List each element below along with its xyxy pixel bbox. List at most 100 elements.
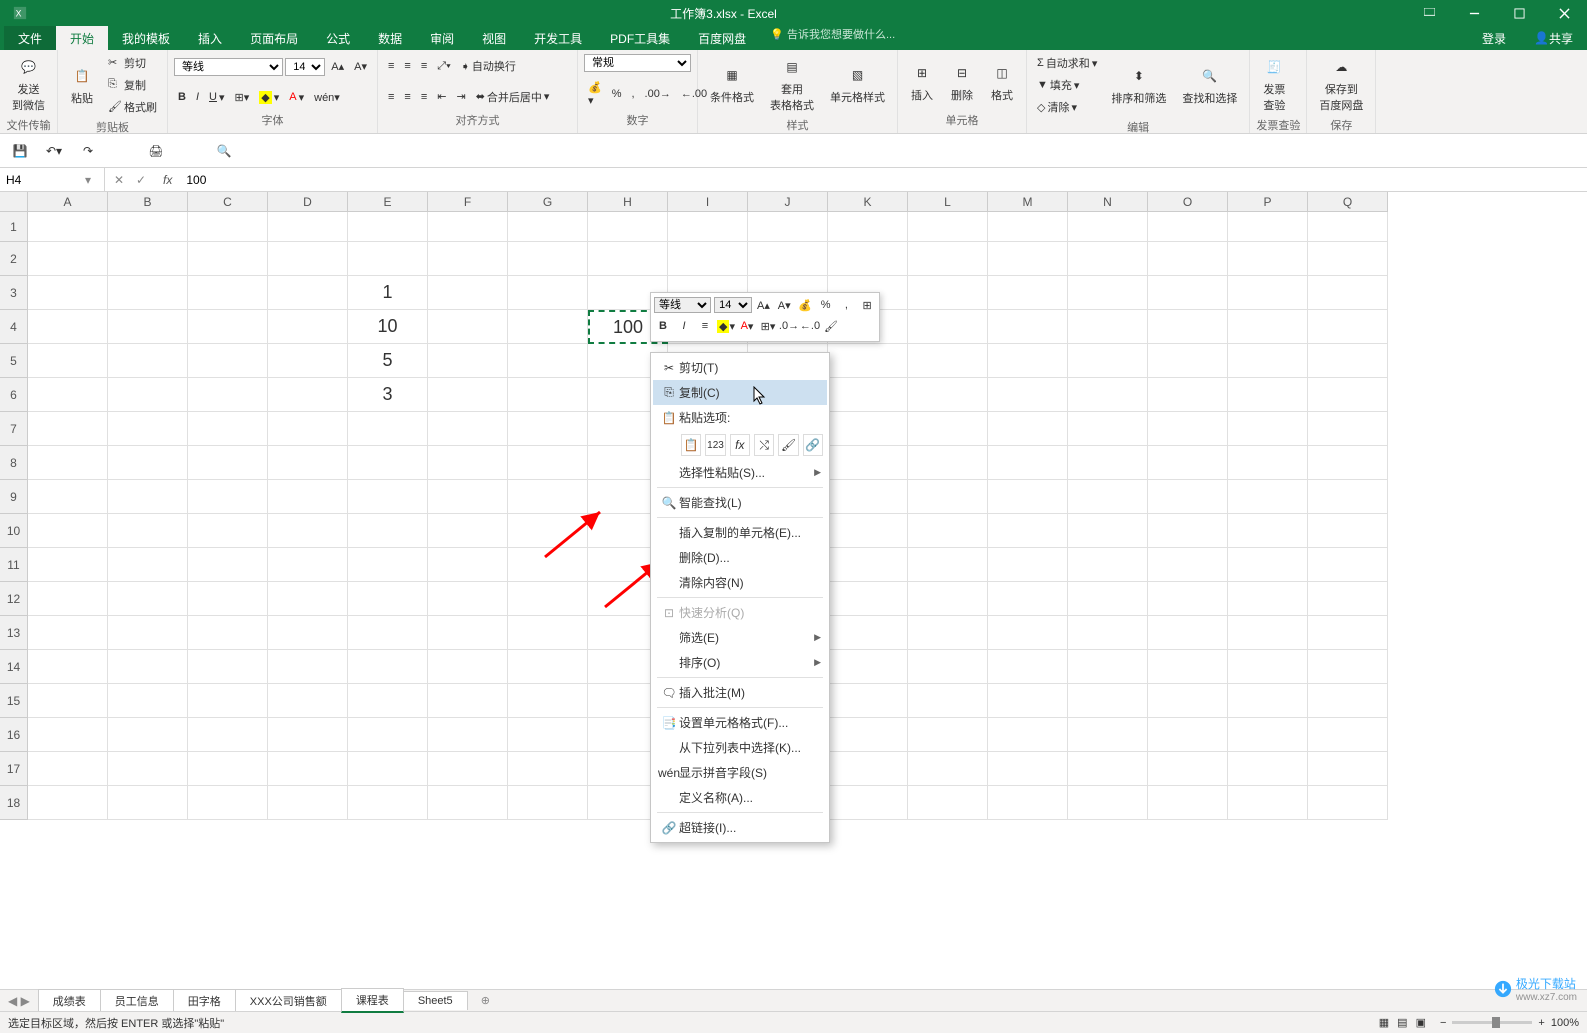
cell[interactable] — [1308, 514, 1388, 548]
ctx-hyperlink[interactable]: 🔗超链接(I)... — [653, 815, 827, 840]
cell[interactable] — [828, 514, 908, 548]
save-baidu-button[interactable]: ☁保存到 百度网盘 — [1313, 53, 1369, 115]
cell[interactable] — [348, 650, 428, 684]
mini-decimal-dec-button[interactable]: ←.0 — [801, 317, 819, 335]
cell[interactable] — [188, 718, 268, 752]
cell[interactable] — [508, 718, 588, 752]
cell[interactable] — [188, 446, 268, 480]
cell[interactable] — [348, 616, 428, 650]
cell[interactable] — [108, 650, 188, 684]
cell[interactable] — [28, 480, 108, 514]
cell[interactable] — [1228, 242, 1308, 276]
cell[interactable] — [348, 242, 428, 276]
cell[interactable] — [268, 242, 348, 276]
cell[interactable] — [828, 446, 908, 480]
view-normal-button[interactable]: ▦ — [1379, 1016, 1389, 1029]
cell[interactable] — [508, 582, 588, 616]
cell[interactable] — [428, 446, 508, 480]
tab-pdf[interactable]: PDF工具集 — [596, 26, 684, 50]
row-header[interactable]: 11 — [0, 548, 28, 582]
row-header[interactable]: 2 — [0, 242, 28, 276]
cell[interactable] — [988, 276, 1068, 310]
cell[interactable] — [988, 684, 1068, 718]
mini-format-painter-button[interactable]: 🖌 — [822, 317, 840, 335]
cell[interactable] — [268, 212, 348, 242]
cell[interactable] — [108, 786, 188, 820]
cell[interactable] — [28, 212, 108, 242]
cell[interactable] — [268, 548, 348, 582]
cell[interactable] — [188, 242, 268, 276]
decimal-inc-button[interactable]: .00→ — [641, 86, 675, 102]
cell[interactable]: 3 — [348, 378, 428, 412]
cell[interactable] — [28, 242, 108, 276]
cell[interactable] — [108, 616, 188, 650]
cell[interactable] — [1148, 310, 1228, 344]
mini-fill-color-button[interactable]: ◆▾ — [717, 317, 735, 335]
mini-align-button[interactable]: ≡ — [696, 317, 714, 335]
qat-lens-button[interactable]: 🔍 — [214, 141, 234, 161]
sheet-tab[interactable]: 成绩表 — [38, 989, 101, 1012]
zoom-out-button[interactable]: − — [1440, 1017, 1446, 1029]
cell[interactable] — [1308, 548, 1388, 582]
cell[interactable] — [188, 786, 268, 820]
close-button[interactable] — [1542, 0, 1587, 26]
share-button[interactable]: 👤 共享 — [1520, 26, 1587, 50]
cell[interactable] — [1068, 548, 1148, 582]
cell[interactable] — [1068, 480, 1148, 514]
cell[interactable] — [1068, 786, 1148, 820]
cell[interactable] — [908, 242, 988, 276]
cell[interactable] — [188, 344, 268, 378]
cell[interactable] — [268, 514, 348, 548]
cell[interactable] — [28, 310, 108, 344]
delete-cells-button[interactable]: ⊟删除 — [944, 59, 980, 105]
cell[interactable] — [588, 212, 668, 242]
font-size-select[interactable]: 14 — [285, 58, 325, 76]
cell[interactable] — [188, 582, 268, 616]
underline-button[interactable]: U▾ — [205, 89, 228, 106]
cell[interactable] — [1148, 446, 1228, 480]
cell[interactable] — [588, 242, 668, 276]
tab-baidu[interactable]: 百度网盘 — [684, 26, 760, 50]
cell[interactable] — [908, 212, 988, 242]
paste-transpose-button[interactable]: ⤭ — [754, 434, 774, 456]
row-header[interactable]: 17 — [0, 752, 28, 786]
cell[interactable] — [268, 446, 348, 480]
number-format-select[interactable]: 常规 — [584, 54, 691, 72]
sheet-tab[interactable]: XXX公司销售额 — [235, 989, 342, 1012]
cell[interactable] — [268, 378, 348, 412]
formula-input[interactable] — [180, 168, 1587, 191]
cell[interactable] — [828, 752, 908, 786]
column-header[interactable]: C — [188, 192, 268, 212]
find-select-button[interactable]: 🔍查找和选择 — [1176, 62, 1243, 108]
cell[interactable] — [1228, 344, 1308, 378]
cell[interactable] — [108, 212, 188, 242]
column-header[interactable]: Q — [1308, 192, 1388, 212]
view-page-layout-button[interactable]: ▤ — [1397, 1016, 1407, 1029]
cell[interactable] — [1308, 276, 1388, 310]
cell[interactable] — [108, 718, 188, 752]
indent-decrease-button[interactable]: ⇤ — [433, 88, 450, 105]
cell[interactable] — [1068, 446, 1148, 480]
cell[interactable] — [908, 616, 988, 650]
cell[interactable] — [428, 514, 508, 548]
cell[interactable] — [428, 480, 508, 514]
cell[interactable] — [268, 684, 348, 718]
column-header[interactable]: M — [988, 192, 1068, 212]
cell[interactable] — [988, 412, 1068, 446]
ctx-filter[interactable]: 筛选(E)▶ — [653, 625, 827, 650]
ctx-insert-comment[interactable]: 🗨插入批注(M) — [653, 680, 827, 705]
cell[interactable] — [1068, 616, 1148, 650]
cell[interactable] — [908, 378, 988, 412]
cell[interactable] — [1308, 212, 1388, 242]
cell[interactable] — [1308, 412, 1388, 446]
cell[interactable] — [108, 480, 188, 514]
column-header[interactable]: A — [28, 192, 108, 212]
cell[interactable] — [428, 378, 508, 412]
mini-font-color-button[interactable]: A▾ — [738, 317, 756, 335]
cell[interactable] — [268, 582, 348, 616]
zoom-in-button[interactable]: + — [1538, 1017, 1544, 1029]
column-header[interactable]: I — [668, 192, 748, 212]
ctx-format-cells[interactable]: 📑设置单元格格式(F)... — [653, 710, 827, 735]
zoom-slider[interactable] — [1452, 1021, 1532, 1024]
mini-percent-button[interactable]: % — [817, 296, 835, 314]
